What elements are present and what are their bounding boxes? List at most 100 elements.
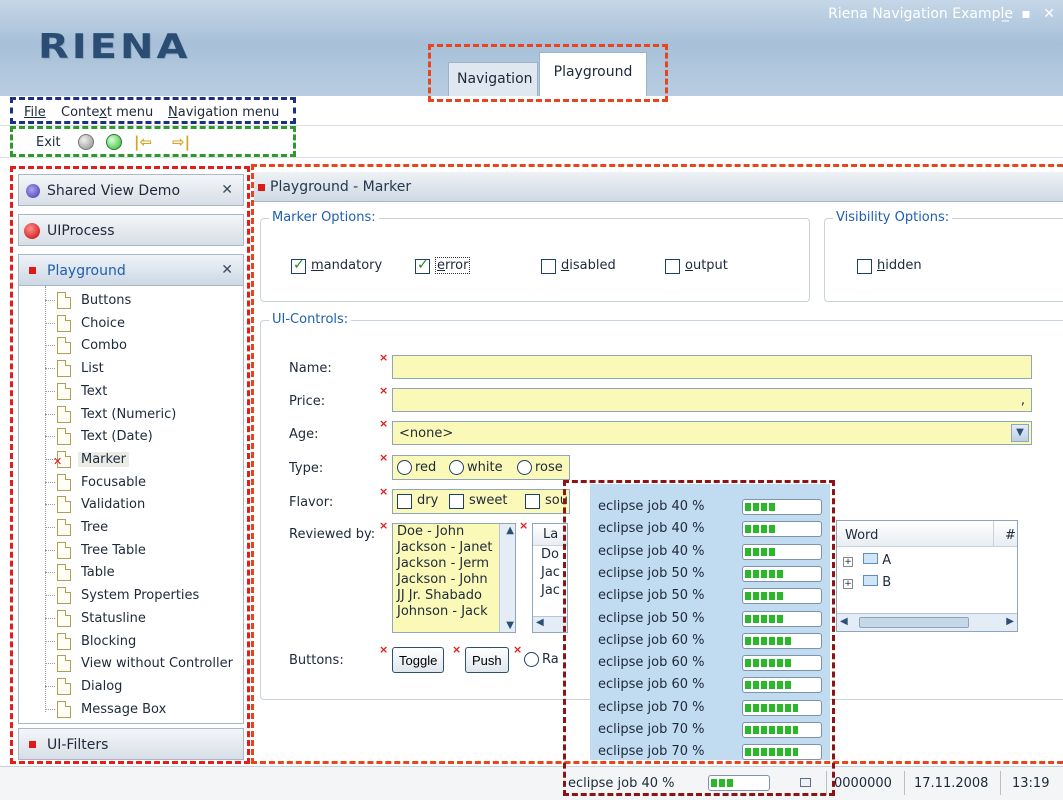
exit-button[interactable]: Exit — [36, 135, 61, 150]
nav-tree-item[interactable]: Choice — [45, 313, 235, 335]
nav-group-playground[interactable]: Playground ✕ — [18, 254, 244, 286]
nav-tree-item[interactable]: Validation — [45, 494, 235, 516]
nav-tree-item[interactable]: List — [45, 358, 235, 380]
nav-group-ui-filters[interactable]: UI-Filters — [18, 728, 244, 760]
nav-tree-item-label: Message Box — [81, 701, 167, 717]
nav-tree-item[interactable]: ✕ Marker — [45, 449, 235, 471]
checkbox-box — [525, 494, 540, 509]
name-field[interactable] — [392, 355, 1032, 379]
list-item[interactable]: JJ Jr. Shabado — [393, 588, 515, 604]
tree-table[interactable]: Word # + A + B ◀ ▶ — [836, 520, 1018, 632]
document-icon — [57, 473, 71, 491]
list-item[interactable]: Jackson - Jerm — [393, 556, 515, 572]
green-ball-icon[interactable] — [106, 134, 122, 150]
nav-tree-item[interactable]: Text (Numeric) — [45, 404, 235, 426]
window-controls[interactable]: _ ▪ ✕ — [1002, 6, 1059, 22]
column-word[interactable]: Word — [845, 528, 878, 543]
chevron-left-icon[interactable]: ◀ — [533, 616, 567, 632]
forward-arrow-icon[interactable]: ⇨| — [172, 133, 190, 151]
table-row[interactable]: Jac — [541, 582, 567, 600]
nav-tree-item[interactable]: Table — [45, 562, 235, 584]
list-item[interactable]: Doe - John — [393, 524, 515, 540]
tree-connector — [45, 436, 55, 438]
age-combo[interactable]: <none> ▼ — [392, 421, 1032, 445]
menu-context[interactable]: Context menu — [61, 105, 153, 120]
tab-playground[interactable]: Playground — [539, 52, 647, 96]
nav-tree-item[interactable]: Text — [45, 381, 235, 403]
horizontal-scrollbar[interactable]: ◀ ▶ — [837, 613, 1017, 631]
chevron-down-icon[interactable]: ▼ — [1011, 424, 1029, 442]
progress-fill — [745, 659, 791, 668]
menu-context-key: x — [99, 105, 107, 120]
reviewers-table[interactable]: La Do Jac Jac ◀ — [532, 523, 568, 633]
progress-fill — [745, 636, 791, 645]
radio-rose[interactable] — [517, 460, 532, 475]
reviewed-by-label: Reviewed by: — [289, 527, 376, 542]
nav-group-uiprocess[interactable]: UIProcess — [18, 214, 244, 246]
tree-row-b[interactable]: + B — [843, 575, 891, 590]
checkbox-label: sweet — [469, 493, 508, 508]
radio-white[interactable] — [449, 460, 464, 475]
nav-tree-item[interactable]: View without Controller — [45, 653, 235, 675]
ui-controls-title: UI-Controls: — [269, 312, 352, 327]
progress-jobs-popup: eclipse job 40 % eclipse job 40 % eclipse … — [590, 484, 830, 761]
expand-icon[interactable]: + — [843, 557, 853, 567]
nav-group-shared-view-demo[interactable]: Shared View Demo ✕ — [18, 174, 244, 206]
nav-tree-item[interactable]: Focusable — [45, 472, 235, 494]
table-row[interactable]: Do — [541, 546, 567, 564]
tree-row-a[interactable]: + A — [843, 553, 891, 568]
type-label: Type: — [289, 461, 324, 476]
list-item[interactable]: Jackson - Janet — [393, 540, 515, 556]
table-row[interactable]: Jac — [541, 564, 567, 582]
nav-tree-item[interactable]: Tree — [45, 517, 235, 539]
menu-navigation[interactable]: Navigation menu — [168, 105, 279, 120]
list-item[interactable]: Jackson - John — [393, 572, 515, 588]
nav-tree-item[interactable]: System Properties — [45, 585, 235, 607]
grey-ball-icon[interactable] — [78, 134, 94, 150]
close-icon[interactable]: ✕ — [221, 182, 233, 198]
menu-file[interactable]: File — [24, 105, 46, 120]
tab-navigation[interactable]: Navigation — [448, 62, 538, 96]
radio-button[interactable] — [524, 652, 539, 667]
chevron-left-icon[interactable]: ◀ — [840, 616, 848, 627]
back-arrow-icon[interactable]: |⇦ — [134, 133, 152, 151]
table-header: La — [533, 524, 567, 546]
job-row: eclipse job 50 % — [598, 585, 822, 607]
push-button[interactable]: Push — [465, 647, 509, 673]
nav-tree-item[interactable]: Statusline — [45, 608, 235, 630]
job-row: eclipse job 70 % — [598, 697, 822, 719]
document-icon — [57, 382, 71, 400]
tree-connector — [45, 527, 55, 528]
radio-red[interactable] — [397, 460, 412, 475]
chevron-up-icon[interactable]: ▲ — [506, 525, 514, 536]
chevron-right-icon[interactable]: ▶ — [1006, 616, 1014, 627]
column-number[interactable]: # — [1005, 528, 1016, 543]
radio-label: red — [415, 460, 437, 475]
nav-tree-item[interactable]: Text (Date) — [45, 426, 235, 448]
price-field[interactable]: , — [392, 388, 1032, 412]
job-label: eclipse job 60 % — [598, 655, 705, 671]
list-scrollbar[interactable] — [499, 524, 515, 632]
progress-fill — [745, 681, 791, 690]
nav-tree-item[interactable]: Message Box — [45, 699, 235, 721]
view-title: Playground - Marker — [270, 179, 412, 195]
reviewers-list[interactable]: Doe - John Jackson - Janet Jackson - Jerm J… — [392, 523, 516, 633]
app-header: RIENA Riena Navigation Example _ ▪ ✕ Nav… — [0, 0, 1063, 96]
nav-tree-item[interactable]: Combo — [45, 335, 235, 357]
job-row: eclipse job 60 % — [598, 652, 822, 674]
chevron-down-icon[interactable]: ▼ — [506, 620, 514, 631]
tree-connector — [45, 481, 55, 483]
checkbox-box — [449, 494, 464, 509]
scroll-thumb[interactable] — [859, 617, 969, 628]
nav-group-label: Playground — [47, 263, 126, 279]
close-icon[interactable]: ✕ — [221, 262, 233, 278]
expand-icon[interactable]: + — [843, 579, 853, 589]
toggle-button[interactable]: Toggle — [392, 647, 445, 673]
nav-tree-item[interactable]: Dialog — [45, 676, 235, 698]
progress-fill — [711, 779, 734, 787]
nav-tree-item[interactable]: Tree Table — [45, 540, 235, 562]
nav-tree-item[interactable]: Buttons — [45, 290, 235, 312]
list-item[interactable]: Johnson - Jack — [393, 604, 515, 620]
progress-popup-icon[interactable] — [800, 778, 811, 787]
nav-tree-item[interactable]: Blocking — [45, 631, 235, 653]
